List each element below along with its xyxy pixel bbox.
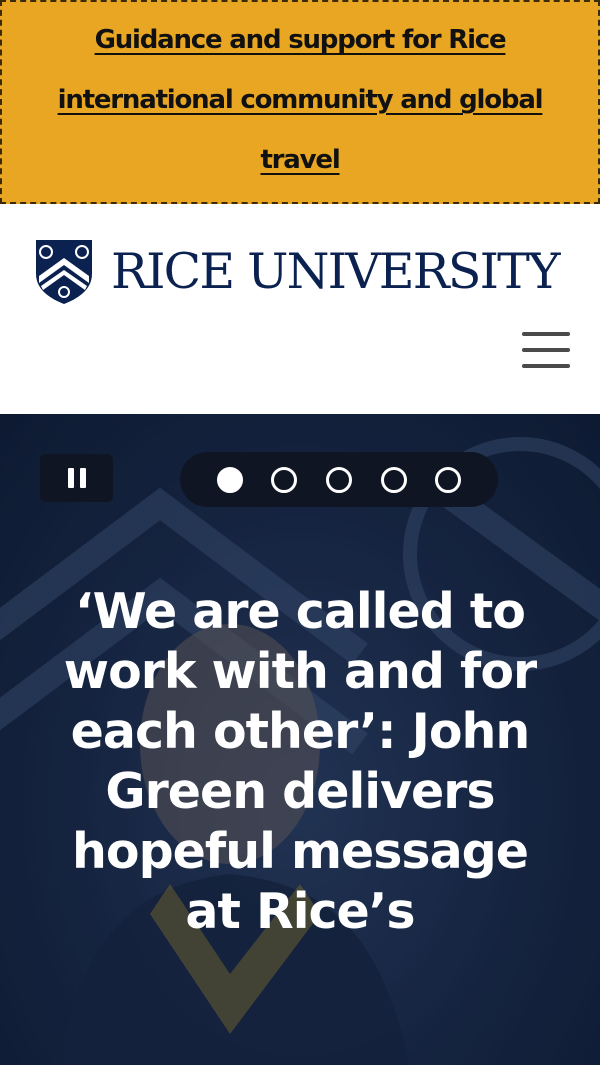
wordmark: RICE UNIVERSITY — [111, 242, 560, 300]
pause-button[interactable] — [40, 454, 113, 502]
pause-icon — [67, 468, 74, 488]
slide-dot-1[interactable] — [216, 466, 243, 493]
slide-dot-2[interactable] — [271, 466, 298, 493]
site-header: RICE UNIVERSITY — [0, 204, 600, 414]
slide-indicators — [180, 452, 498, 507]
alert-banner: Guidance and support for Rice internatio… — [0, 0, 600, 204]
rice-university-logo[interactable]: RICE UNIVERSITY — [33, 236, 560, 306]
pause-icon-bar — [79, 468, 86, 488]
slide-dot-4[interactable] — [380, 466, 407, 493]
menu-button[interactable] — [520, 328, 572, 372]
rice-shield-icon — [36, 240, 92, 304]
slide-dot-5[interactable] — [435, 466, 462, 493]
hamburger-menu-icon-bar — [522, 364, 570, 368]
alert-link[interactable]: Guidance and support for Rice internatio… — [32, 10, 568, 190]
hamburger-menu-icon-bar — [522, 348, 570, 352]
hero-headline[interactable]: ‘We are called to work with and for each… — [40, 582, 560, 942]
slide-dot-3[interactable] — [325, 466, 352, 493]
hero-carousel: ‘We are called to work with and for each… — [0, 414, 600, 1065]
hamburger-menu-icon — [522, 332, 570, 336]
